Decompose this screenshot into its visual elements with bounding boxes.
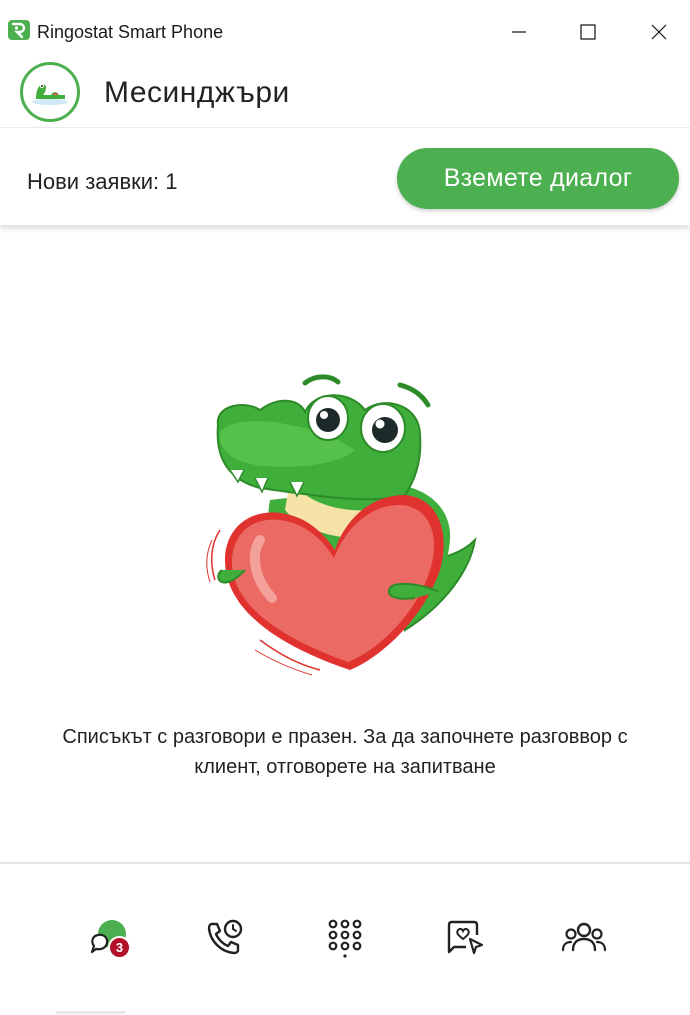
avatar[interactable]	[20, 62, 80, 122]
window-titlebar: Ringostat Smart Phone	[0, 0, 690, 62]
call-history-icon	[207, 919, 243, 955]
nav-contacts[interactable]	[560, 914, 608, 962]
contacts-icon	[561, 922, 607, 952]
window-title: Ringostat Smart Phone	[37, 22, 224, 42]
maximize-button[interactable]	[565, 12, 611, 52]
take-dialog-button[interactable]: Вземете диалог	[397, 148, 679, 209]
minimize-button[interactable]	[496, 12, 542, 52]
app-logo-icon	[8, 20, 30, 40]
nav-messengers[interactable]: 3	[84, 914, 132, 962]
dialpad-icon	[328, 919, 362, 958]
minimize-icon	[512, 31, 526, 33]
crocodile-avatar-icon	[32, 84, 68, 105]
chat-widget-icon	[447, 920, 484, 955]
active-tab-indicator	[56, 1011, 126, 1014]
nav-dialpad[interactable]	[321, 914, 369, 962]
new-requests-bar: Нови заявки: 1 Вземете диалог	[0, 129, 690, 225]
new-requests-count: Нови заявки: 1	[27, 169, 178, 194]
nav-call-history[interactable]	[200, 914, 248, 962]
close-button[interactable]	[636, 12, 682, 52]
maximize-icon	[580, 24, 596, 40]
messengers-badge: 3	[108, 936, 131, 959]
nav-chat-widget[interactable]	[441, 914, 489, 962]
page-header: Месинджъри	[0, 62, 690, 128]
close-icon	[651, 24, 667, 40]
page-title: Месинджъри	[104, 76, 290, 109]
crocodile-heart-illustration	[206, 374, 477, 676]
bottom-navigation: 3	[0, 864, 690, 1015]
empty-state-message: Списъкът с разговори е празен. За да зап…	[62, 726, 628, 778]
